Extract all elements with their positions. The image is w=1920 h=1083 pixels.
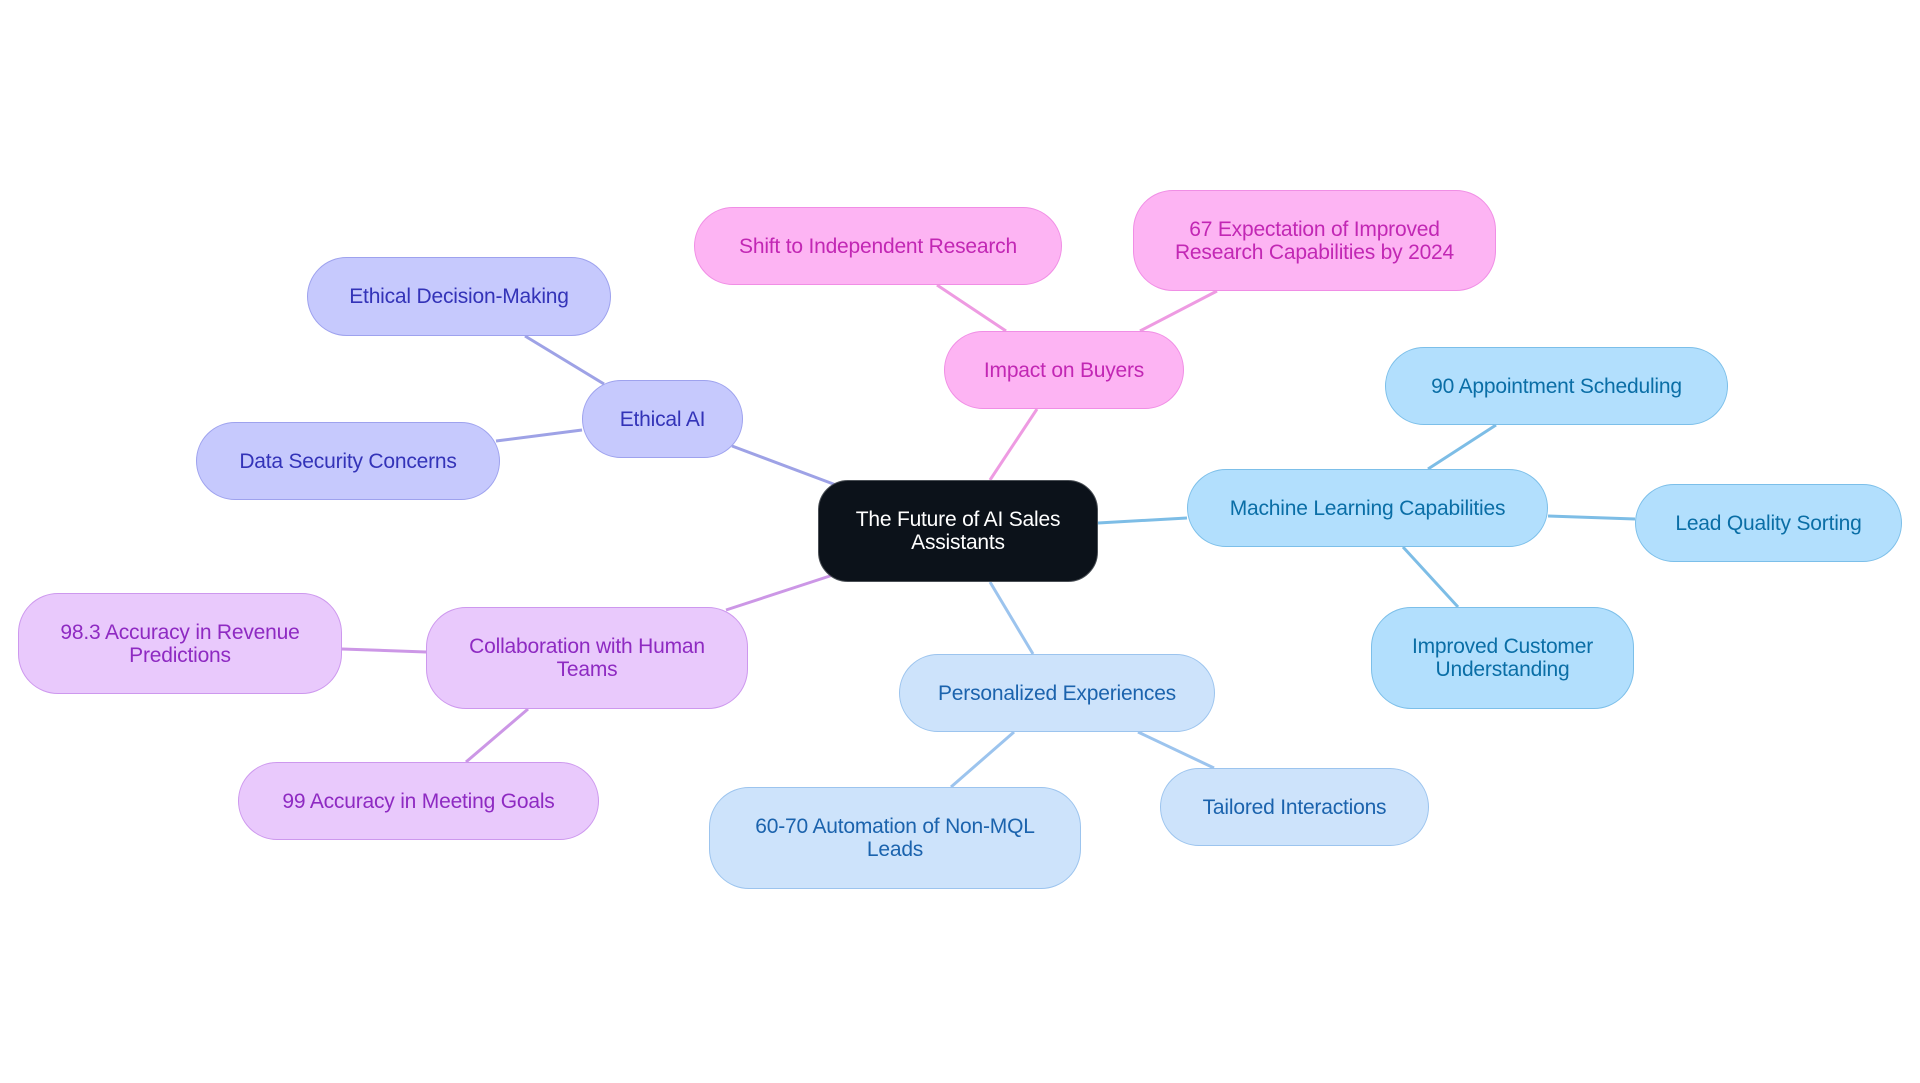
node-data-security-concerns[interactable]: Data Security Concerns — [196, 422, 500, 500]
node-99-accuracy-meeting-goals[interactable]: 99 Accuracy in Meeting Goals — [238, 762, 599, 840]
edge-root-personalized — [988, 581, 1035, 655]
node-label: 67 Expectation of Improved Research Capa… — [1174, 217, 1455, 264]
node-ethical-ai[interactable]: Ethical AI — [582, 380, 743, 458]
node-personalized-experiences[interactable]: Personalized Experiences — [899, 654, 1215, 732]
edge-root-ethical — [731, 444, 837, 487]
node-improved-customer-understanding[interactable]: Improved Customer Understanding — [1371, 607, 1634, 709]
node-label: Personalized Experiences — [937, 681, 1176, 705]
node-60-70-automation[interactable]: 60-70 Automation of Non-MQL Leads — [709, 787, 1081, 889]
edge-impact-expectation — [1139, 289, 1218, 333]
node-98-3-accuracy-revenue[interactable]: 98.3 Accuracy in Revenue Predictions — [18, 593, 342, 694]
edge-impact-shift — [936, 283, 1007, 333]
node-tailored-interactions[interactable]: Tailored Interactions — [1160, 768, 1429, 846]
node-label: Lead Quality Sorting — [1675, 511, 1862, 535]
node-label: Improved Customer Understanding — [1412, 635, 1593, 681]
node-machine-learning-capabilities[interactable]: Machine Learning Capabilities — [1187, 469, 1548, 547]
node-label: 99 Accuracy in Meeting Goals — [282, 789, 555, 813]
node-label: Machine Learning Capabilities — [1229, 496, 1506, 520]
edge-personalized-automation — [950, 730, 1015, 789]
edge-collaboration-goals — [465, 707, 529, 764]
root-node-label: The Future of AI Sales Assistants — [855, 508, 1061, 554]
edge-ethical-decision — [524, 334, 605, 386]
node-67-expectation[interactable]: 67 Expectation of Improved Research Capa… — [1133, 190, 1496, 291]
edge-root-collaboration — [725, 572, 837, 612]
node-label: Tailored Interactions — [1202, 795, 1387, 819]
edge-root-impact — [988, 408, 1039, 481]
node-ethical-decision-making[interactable]: Ethical Decision-Making — [307, 257, 611, 336]
edge-ml-appointment — [1427, 423, 1497, 471]
edge-ml-lead — [1547, 514, 1636, 521]
node-90-appointment-scheduling[interactable]: 90 Appointment Scheduling — [1385, 347, 1728, 425]
root-node[interactable]: The Future of AI Sales Assistants — [818, 480, 1098, 582]
node-lead-quality-sorting[interactable]: Lead Quality Sorting — [1635, 484, 1902, 562]
node-label: Ethical AI — [619, 407, 706, 431]
node-collaboration-with-human-teams[interactable]: Collaboration with Human Teams — [426, 607, 748, 709]
edge-root-ml — [1097, 516, 1188, 525]
edge-ml-customer — [1401, 545, 1460, 609]
node-label: Collaboration with Human Teams — [469, 635, 705, 681]
edge-personalized-tailored — [1137, 730, 1215, 770]
node-label: Ethical Decision-Making — [349, 285, 569, 308]
node-label: Impact on Buyers — [983, 358, 1145, 382]
node-label: 90 Appointment Scheduling — [1431, 374, 1682, 398]
node-label: Shift to Independent Research — [739, 234, 1017, 258]
node-impact-on-buyers[interactable]: Impact on Buyers — [944, 331, 1184, 409]
node-label: Data Security Concerns — [239, 449, 457, 473]
edge-collaboration-revenue — [341, 647, 427, 654]
edge-ethical-security — [495, 428, 583, 443]
node-shift-to-independent-research[interactable]: Shift to Independent Research — [694, 207, 1062, 285]
node-label: 98.3 Accuracy in Revenue Predictions — [60, 620, 300, 667]
node-label: 60-70 Automation of Non-MQL Leads — [755, 815, 1035, 861]
